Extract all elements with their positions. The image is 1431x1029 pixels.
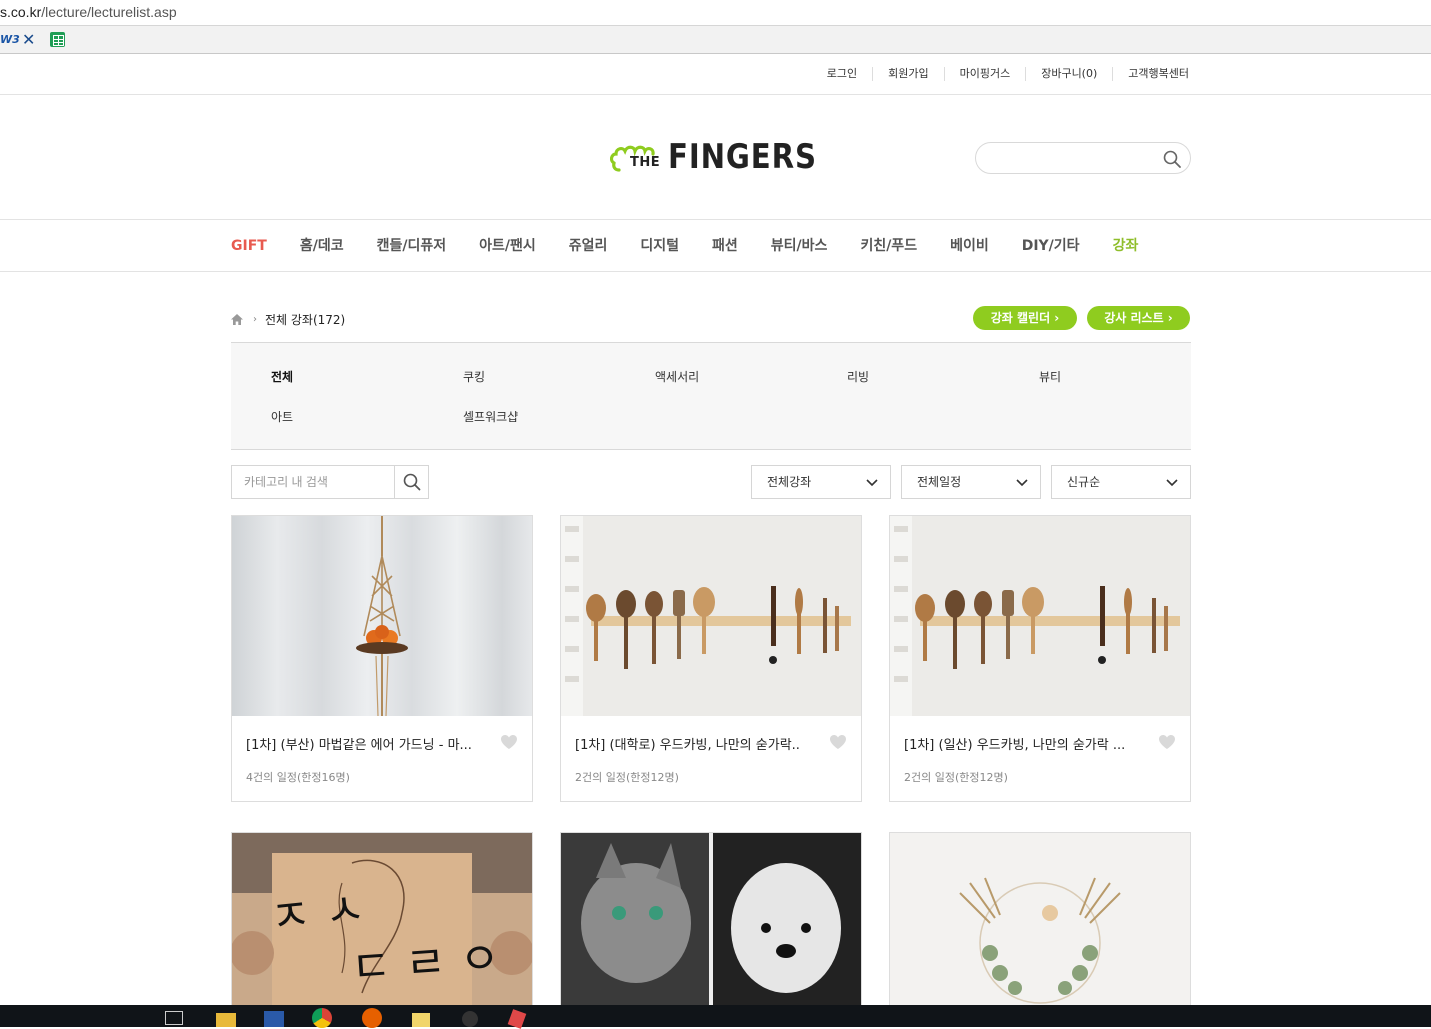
breadcrumb-current: 전체 강좌(172) [265,312,346,327]
w3schools-icon[interactable]: W3 [0,31,20,49]
logo-the: THE [630,155,661,170]
site-search [975,142,1191,174]
svg-text:ㅈ ㅅ: ㅈ ㅅ [268,883,368,944]
category-search-button[interactable] [394,466,428,498]
nav-lecture[interactable]: 강좌 [1113,221,1139,272]
svg-text:ㄷ ㄹ ㅇ: ㄷ ㄹ ㅇ [349,933,502,994]
main-nav: GIFT 홈/데코 캔들/디퓨저 아트/팬시 쥬얼리 디지털 패션 뷰티/바스 … [0,221,1431,272]
breadcrumb: › 전체 강좌(172) [231,310,345,328]
nav-digital[interactable]: 디지털 [640,221,679,272]
signup-link[interactable]: 회원가입 [872,67,943,81]
nav-kitchen-food[interactable]: 키친/푸드 [860,221,917,272]
chevron-down-icon [1016,479,1028,487]
lecture-schedule-info: 2건의 일정(한정12명) [904,771,1008,784]
category-cooking[interactable]: 쿠킹 [463,368,485,385]
nav-diy-etc[interactable]: DIY/기타 [1022,221,1080,272]
lecture-calendar-button[interactable]: 강좌 캘린더 › [973,306,1077,330]
schedule-select[interactable]: 전체일정 [901,465,1041,499]
site-logo[interactable]: THE FINGERS [610,139,820,175]
heart-icon[interactable] [1158,734,1176,750]
lecture-card[interactable]: ㅈ ㅅ ㄷ ㄹ ㅇ [231,832,533,1012]
firefox-icon[interactable] [362,1008,382,1028]
utility-bar: 로그인 회원가입 마이핑거스 장바구니(0) 고객행복센터 [0,55,1431,95]
schedule-value: 전체일정 [917,475,962,489]
chevron-right-icon: › [253,313,257,325]
bookmark-x-icon[interactable]: ✕ [22,31,40,49]
nav-jewelry[interactable]: 쥬얼리 [569,221,608,272]
file-explorer-icon[interactable] [216,1013,236,1027]
category-all[interactable]: 전체 [271,368,293,385]
nav-home-deco[interactable]: 홈/데코 [300,221,344,272]
nav-art-fancy[interactable]: 아트/팬시 [479,221,536,272]
search-icon [403,473,421,491]
category-self-workshop[interactable]: 셀프워크샵 [463,408,518,425]
nav-candle-diffuser[interactable]: 캔들/디퓨저 [377,221,447,272]
category-filter: 전체 쿠킹 액세서리 리빙 뷰티 아트 셀프워크샵 [231,342,1191,450]
lecture-thumbnail[interactable] [890,516,1190,716]
customer-center-link[interactable]: 고객행복센터 [1112,67,1189,81]
heart-icon[interactable] [829,734,847,750]
cart-link[interactable]: 장바구니(0) [1025,67,1112,81]
lecture-type-value: 전체강좌 [767,475,812,489]
lecture-schedule-info: 2건의 일정(한정12명) [575,771,679,784]
url-host: s.co.kr [0,4,42,20]
category-search [231,465,429,499]
sort-select[interactable]: 신규순 [1051,465,1191,499]
lecture-title[interactable]: [1차] (대학로) 우드카빙, 나만의 숟가락.. [575,734,823,753]
lecture-card[interactable]: [1차] (일산) 우드카빙, 나만의 숟가락 ... 2건의 일정(한정12명… [889,515,1191,802]
app-icon[interactable] [264,1011,284,1027]
sticky-notes-icon[interactable] [412,1013,430,1027]
search-input[interactable] [990,149,1160,167]
task-view-icon[interactable] [165,1011,183,1025]
lecture-thumbnail[interactable] [561,833,861,1012]
app-icon[interactable] [507,1009,527,1029]
lecture-card[interactable] [889,832,1191,1012]
os-taskbar [0,1005,1431,1029]
lecture-title[interactable]: [1차] (부산) 마법같은 에어 가드닝 - 마... [246,734,494,753]
my-fingers-link[interactable]: 마이핑거스 [943,67,1026,81]
category-search-input[interactable] [244,474,384,490]
category-accessory[interactable]: 액세서리 [655,368,699,385]
lecture-thumbnail[interactable]: ㅈ ㅅ ㄷ ㄹ ㅇ [232,833,532,1012]
heart-icon[interactable] [500,734,518,750]
category-art[interactable]: 아트 [271,408,293,425]
nav-baby[interactable]: 베이비 [950,221,989,272]
instructor-list-button[interactable]: 강사 리스트 › [1087,306,1190,330]
address-bar[interactable]: s.co.kr/lecture/lecturelist.asp [0,0,1431,26]
lecture-thumbnail[interactable] [232,516,532,716]
nav-fashion[interactable]: 패션 [712,221,738,272]
lecture-title[interactable]: [1차] (일산) 우드카빙, 나만의 숟가락 ... [904,734,1152,753]
lecture-thumbnail[interactable] [890,833,1190,1012]
logo-fingers: FINGERS [668,137,817,177]
login-link[interactable]: 로그인 [812,67,872,81]
nav-beauty-bath[interactable]: 뷰티/바스 [771,221,828,272]
category-beauty[interactable]: 뷰티 [1039,368,1061,385]
bookmarks-bar: W3 ✕ [0,26,1431,54]
lecture-schedule-info: 4건의 일정(한정16명) [246,771,350,784]
app-icon[interactable] [462,1011,478,1027]
home-icon[interactable] [231,313,243,325]
category-living[interactable]: 리빙 [847,368,869,385]
url-path: /lecture/lecturelist.asp [41,4,177,20]
lecture-thumbnail[interactable] [561,516,861,716]
chrome-icon[interactable] [312,1008,332,1028]
sort-value: 신규순 [1067,475,1101,489]
nav-gift[interactable]: GIFT [231,221,267,272]
lecture-card[interactable] [560,832,862,1012]
lecture-card[interactable]: [1차] (부산) 마법같은 에어 가드닝 - 마... 4건의 일정(한정16… [231,515,533,802]
chevron-down-icon [1166,479,1178,487]
search-icon[interactable] [1162,149,1182,169]
lecture-card[interactable]: [1차] (대학로) 우드카빙, 나만의 숟가락.. 2건의 일정(한정12명) [560,515,862,802]
spreadsheet-icon[interactable] [50,32,65,47]
site-header: THE FINGERS [0,95,1431,220]
chevron-down-icon [866,479,878,487]
lecture-type-select[interactable]: 전체강좌 [751,465,891,499]
